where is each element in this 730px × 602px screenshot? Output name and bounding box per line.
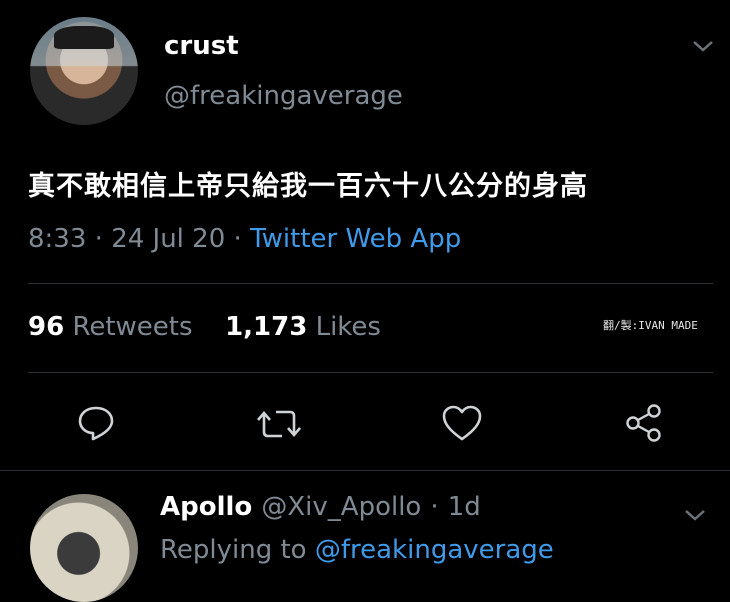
divider (28, 283, 713, 284)
like-icon[interactable] (441, 404, 483, 444)
tweet-text: 真不敢相信上帝只給我一百六十八公分的身高 (28, 171, 588, 202)
chevron-down-icon[interactable] (690, 36, 716, 56)
meta-separator: · (233, 224, 242, 254)
author-avatar[interactable] (30, 17, 138, 125)
reply-author-handle[interactable]: @Xiv_Apollo (261, 492, 421, 522)
likes-stat[interactable]: 1,173 Likes (225, 312, 381, 342)
reply-age: 1d (447, 492, 481, 522)
tweet-date: 24 Jul 20 (111, 224, 226, 254)
likes-count: 1,173 (225, 312, 308, 342)
author-handle[interactable]: @freakingaverage (164, 81, 403, 111)
divider (28, 372, 713, 373)
chevron-down-icon[interactable] (682, 505, 708, 525)
reply-avatar[interactable] (30, 494, 138, 602)
replying-to: Replying to @freakingaverage (160, 535, 554, 565)
meta-separator: · (430, 492, 439, 522)
replying-to-handle[interactable]: @freakingaverage (315, 535, 554, 565)
retweets-count: 96 (28, 312, 65, 342)
reply-author: Apollo @Xiv_Apollo · 1d (160, 492, 481, 522)
tweet-meta: 8:33 · 24 Jul 20 · Twitter Web App (28, 224, 461, 254)
reply-author-name[interactable]: Apollo (160, 492, 252, 522)
retweets-label: Retweets (72, 312, 193, 342)
retweets-stat[interactable]: 96 Retweets (28, 312, 201, 342)
tweet-source-link[interactable]: Twitter Web App (250, 224, 461, 254)
meta-separator: · (94, 224, 103, 254)
divider (0, 470, 730, 471)
reply-icon[interactable] (76, 402, 116, 442)
replying-to-label: Replying to (160, 535, 307, 565)
share-icon[interactable] (624, 402, 666, 444)
tweet-stats: 96 Retweets 1,173 Likes (28, 312, 381, 342)
retweet-icon[interactable] (256, 404, 302, 444)
tweet-time: 8:33 (28, 224, 87, 254)
translator-credit: 翻/製:IVAN MADE (603, 319, 698, 332)
likes-label: Likes (315, 312, 381, 342)
author-name[interactable]: crust (164, 31, 239, 61)
